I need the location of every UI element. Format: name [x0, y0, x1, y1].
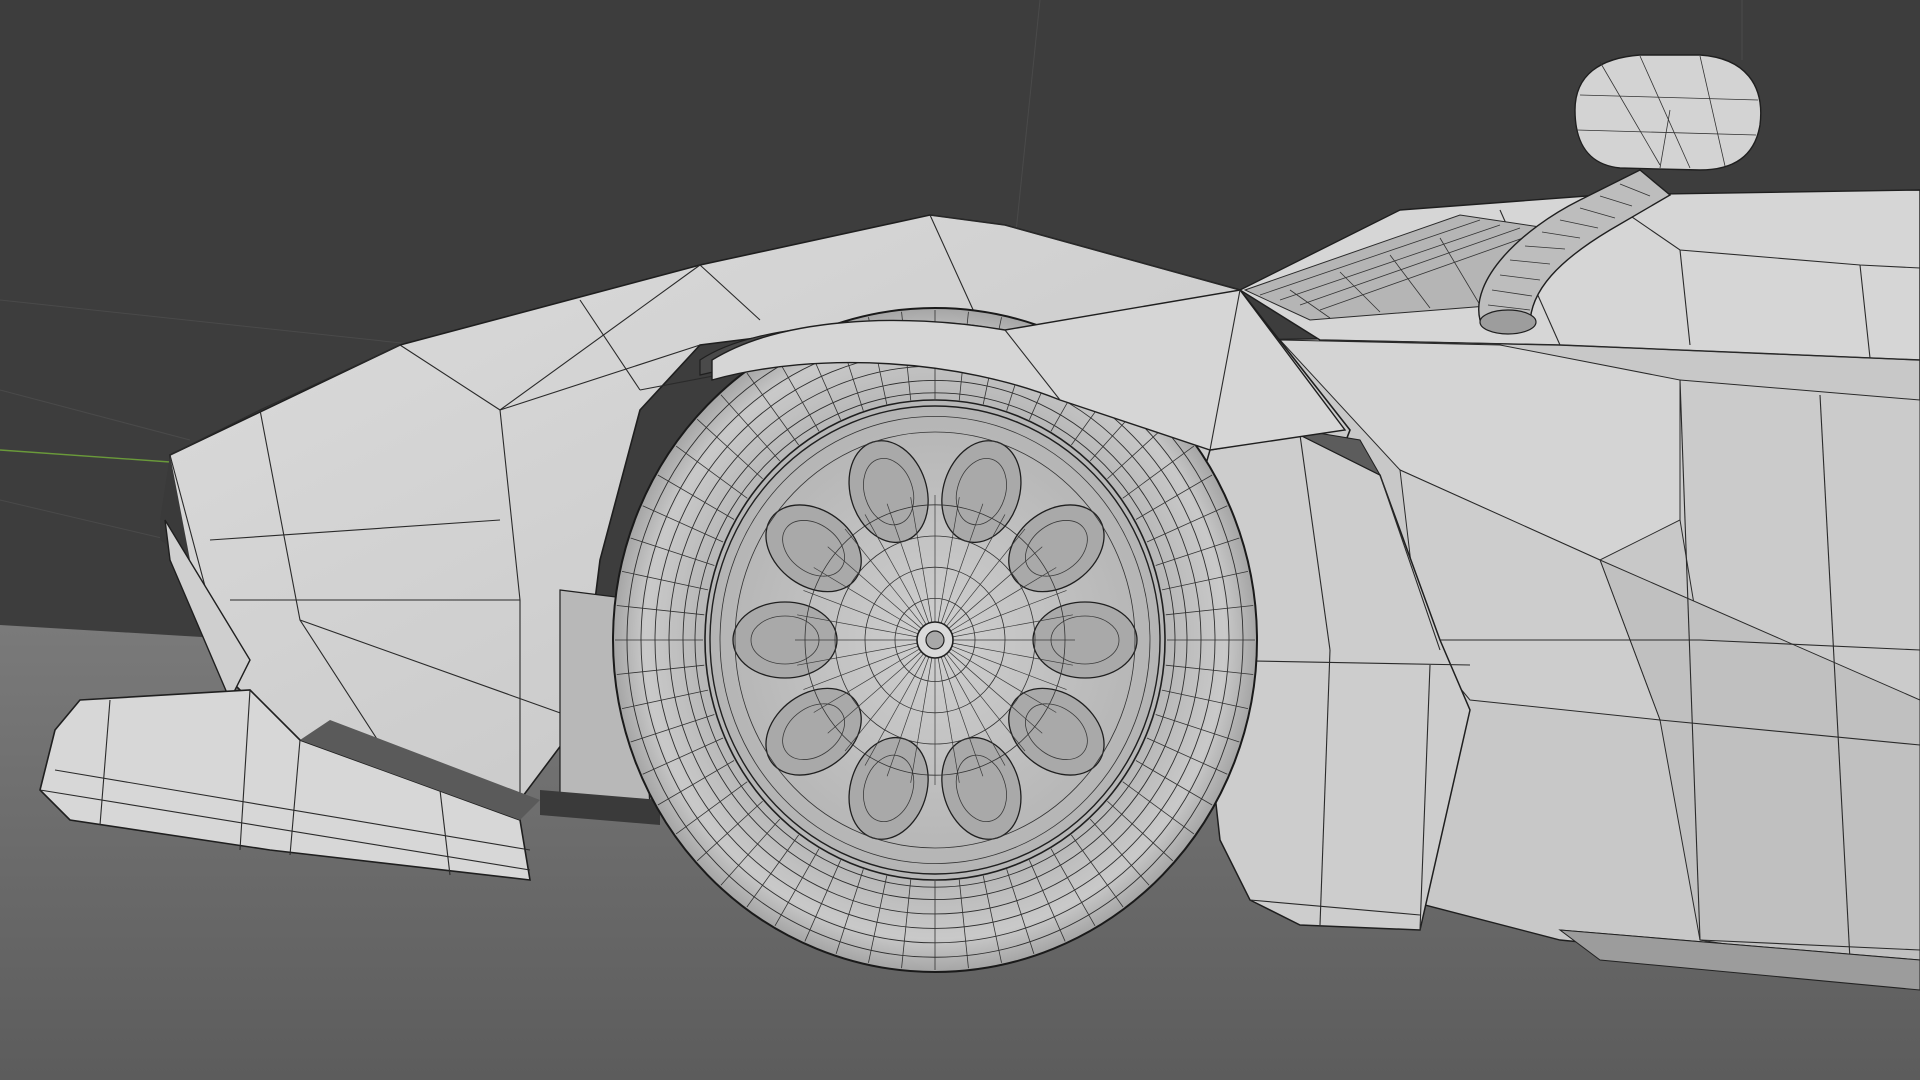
wheel-rim: [709, 405, 1161, 875]
3d-viewport[interactable]: [0, 0, 1920, 1080]
viewport-canvas[interactable]: [0, 0, 1920, 1080]
